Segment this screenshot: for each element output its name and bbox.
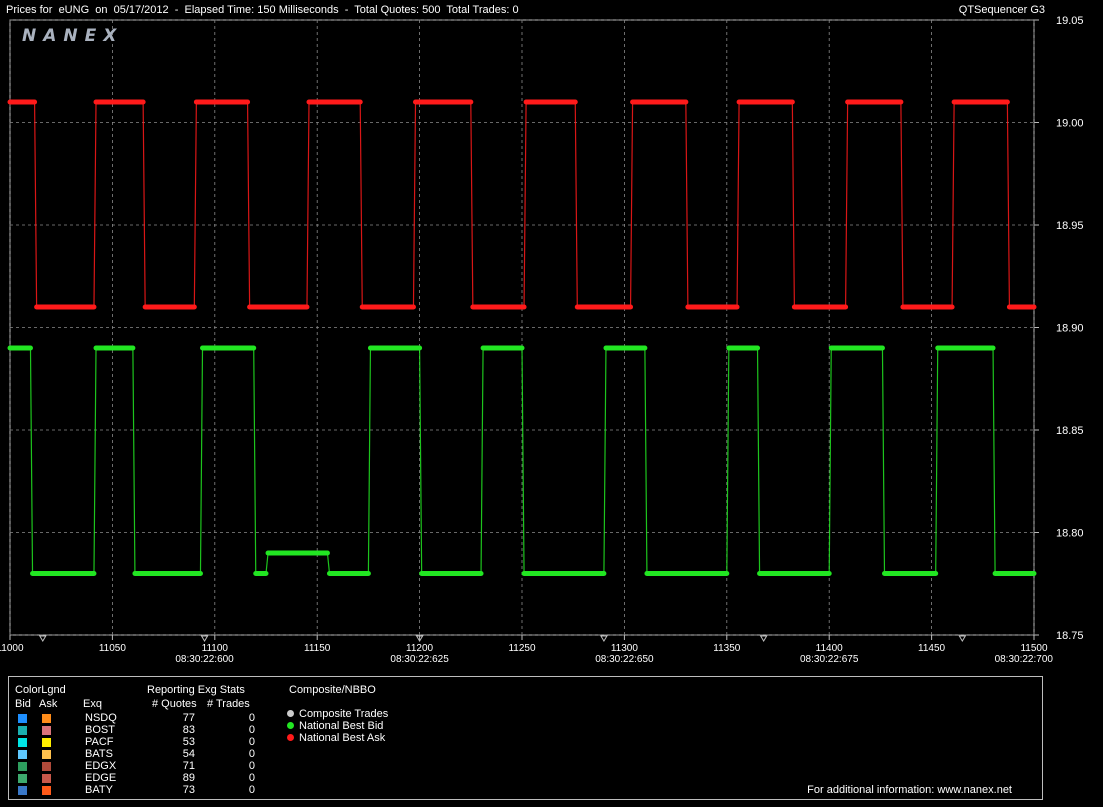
x-tick-label: 11250: [508, 643, 536, 654]
ask-color-swatch: [42, 786, 51, 795]
y-tick-label: 18.90: [1056, 323, 1084, 335]
exchange-name: BOST: [85, 724, 115, 736]
legend-panel: ColorLgnd Bid Ask Exq Reporting Exg Stat…: [8, 676, 1043, 800]
trade-count: 0: [248, 724, 255, 736]
trade-count: 0: [248, 736, 255, 748]
quote-count: 73: [182, 784, 195, 796]
ask-color-swatch: [42, 762, 51, 771]
footer-note: For additional information: www.nanex.ne…: [807, 784, 1012, 796]
time-label: 08:30:22:675: [800, 654, 859, 665]
x-tick-label: 11350: [713, 643, 741, 654]
exchange-name: EDGE: [85, 772, 117, 784]
bid-color-swatch: [18, 726, 27, 735]
quote-count: 54: [182, 748, 195, 760]
y-tick-label: 18.95: [1056, 220, 1084, 232]
time-marker: [759, 635, 768, 642]
stats-title: Reporting Exg Stats: [147, 684, 245, 696]
exchange-header: Exq: [83, 698, 102, 710]
y-tick-label: 18.80: [1056, 528, 1084, 540]
time-label: 08:30:22:700: [995, 654, 1054, 665]
bid-color-swatch: [18, 762, 27, 771]
bid-color-swatch: [18, 774, 27, 783]
trade-count: 0: [248, 712, 255, 724]
trade-count: 0: [248, 760, 255, 772]
x-tick-label: 11450: [918, 643, 946, 654]
quote-count: 53: [182, 736, 195, 748]
bid-color-swatch: [18, 786, 27, 795]
x-tick-label: 11500: [1020, 643, 1048, 654]
ask-color-swatch: [42, 714, 51, 723]
bid-color-swatch: [18, 714, 27, 723]
trades-header: # Trades: [207, 698, 250, 710]
composite-label: National Best Bid: [299, 720, 384, 732]
ask-color-swatch: [42, 726, 51, 735]
trade-count: 0: [248, 784, 255, 796]
y-tick-label: 19.00: [1056, 118, 1084, 130]
ask-color-swatch: [42, 750, 51, 759]
x-tick-label: 11100: [202, 643, 229, 654]
series-line: [10, 101, 1034, 308]
x-tick-label: 11200: [406, 643, 434, 654]
exchange-name: BATY: [85, 784, 113, 796]
composite-marker: [287, 734, 294, 741]
bid-header: Bid: [15, 698, 31, 710]
time-marker: [600, 635, 608, 642]
time-label: 08:30:22:625: [390, 654, 449, 665]
quote-count: 83: [182, 724, 195, 736]
time-marker: [38, 635, 47, 642]
x-tick-label: 11300: [611, 643, 639, 654]
quote-count: 77: [182, 712, 195, 724]
composite-label: Composite Trades: [299, 708, 389, 720]
trade-count: 0: [248, 748, 255, 760]
time-label: 08:30:22:650: [595, 654, 654, 665]
nanex-logo: NANEX: [22, 26, 124, 46]
exchange-name: BATS: [85, 748, 113, 760]
bid-color-swatch: [18, 750, 27, 759]
ask-header: Ask: [39, 698, 58, 710]
color-legend-title: ColorLgnd: [15, 684, 66, 696]
trade-count: 0: [248, 772, 255, 784]
x-tick-label: 11400: [816, 643, 844, 654]
y-tick-label: 18.75: [1056, 630, 1084, 642]
composite-marker: [287, 722, 294, 729]
price-chart: 18.75 18.80 18.85 18.90 18.95 19.00 19.05 11000…: [0, 15, 1084, 665]
time-marker: [200, 635, 209, 642]
quote-count: 71: [182, 760, 195, 772]
ask-color-swatch: [42, 774, 51, 783]
bid-color-swatch: [18, 738, 27, 747]
x-tick-label: 11050: [99, 643, 127, 654]
y-tick-label: 18.85: [1056, 425, 1084, 437]
composite-label: National Best Ask: [299, 732, 386, 744]
x-tick-label: 11000: [0, 643, 24, 654]
composite-marker: [287, 710, 294, 717]
exchange-name: EDGX: [85, 760, 117, 772]
time-label: 08:30:22:600: [175, 654, 234, 665]
quotes-header: # Quotes: [152, 698, 197, 710]
time-marker: [958, 635, 967, 642]
x-tick-label: 11150: [304, 643, 331, 654]
exchange-name: PACF: [85, 736, 114, 748]
quote-count: 89: [182, 772, 195, 784]
composite-title: Composite/NBBO: [289, 684, 376, 696]
exchange-name: NSDQ: [85, 712, 117, 724]
y-tick-label: 19.05: [1056, 15, 1084, 27]
ask-color-swatch: [42, 738, 51, 747]
